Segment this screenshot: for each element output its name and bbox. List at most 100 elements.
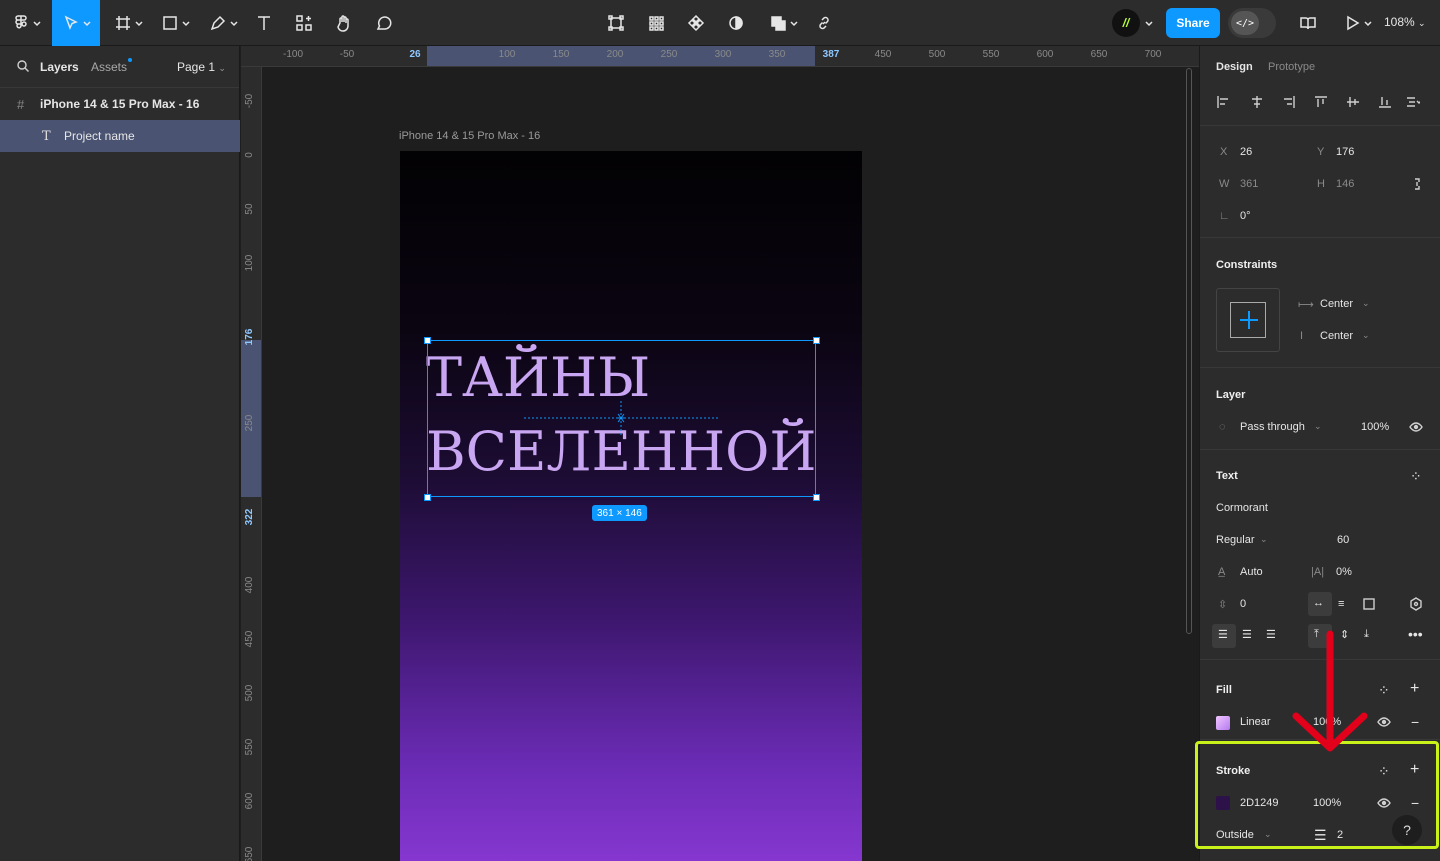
- align-text-right-icon[interactable]: ☰: [1266, 628, 1276, 641]
- align-center-v-icon[interactable]: [1346, 95, 1360, 112]
- more-options-icon[interactable]: •••: [1408, 626, 1423, 642]
- component-button[interactable]: [684, 0, 708, 46]
- text-tool-button[interactable]: [252, 0, 276, 46]
- comment-tool-button[interactable]: [372, 0, 396, 46]
- help-button[interactable]: ?: [1392, 815, 1422, 845]
- letter-spacing-icon: |A|: [1311, 566, 1325, 578]
- shape-tool-button[interactable]: [156, 0, 194, 46]
- line-height-input[interactable]: Auto: [1240, 566, 1263, 578]
- font-style-dropdown[interactable]: Regular: [1216, 534, 1255, 546]
- h-label: H: [1317, 178, 1325, 190]
- letter-spacing-input[interactable]: 0%: [1336, 566, 1352, 578]
- canvas[interactable]: iPhone 14 & 15 Pro Max - 16 ТАЙНЫ ВСЕЛЕН…: [262, 67, 1199, 861]
- pen-icon: [210, 15, 225, 31]
- fill-swatch[interactable]: [1216, 716, 1230, 730]
- page-selector[interactable]: Page 1 ⌄: [177, 60, 226, 74]
- zoom-dropdown[interactable]: 108% ⌄: [1384, 15, 1426, 29]
- y-input[interactable]: 176: [1336, 146, 1354, 158]
- layer-opacity-input[interactable]: 100%: [1361, 421, 1389, 433]
- boolean-button[interactable]: [764, 0, 802, 46]
- library-button[interactable]: [1296, 0, 1320, 46]
- eye-icon[interactable]: [1409, 420, 1423, 437]
- frame-tool-button[interactable]: [110, 0, 146, 46]
- rotation-input[interactable]: 0°: [1240, 210, 1251, 222]
- resize-handle-bottom-left[interactable]: [424, 494, 431, 501]
- grid-layout-button[interactable]: [644, 0, 668, 46]
- tab-layers[interactable]: Layers: [40, 60, 79, 74]
- component-icon: [687, 14, 705, 32]
- auto-width-button[interactable]: ↔: [1308, 592, 1332, 616]
- ruler-top-label: 700: [1144, 49, 1162, 60]
- fill-type[interactable]: Linear: [1240, 716, 1271, 728]
- blend-mode-dropdown[interactable]: Pass through: [1240, 421, 1305, 433]
- layer-title: Layer: [1216, 389, 1246, 401]
- remove-fill-icon[interactable]: −: [1411, 714, 1419, 730]
- align-center-h-icon[interactable]: [1250, 95, 1264, 112]
- resources-button[interactable]: [292, 0, 316, 46]
- design-tabs-section: Design Prototype: [1200, 46, 1440, 126]
- frame-label[interactable]: iPhone 14 & 15 Pro Max - 16: [399, 130, 540, 142]
- ruler-left-label: 600: [244, 792, 255, 810]
- eye-icon[interactable]: [1377, 715, 1391, 732]
- main-menu-button[interactable]: [8, 0, 44, 46]
- avatar[interactable]: //: [1112, 9, 1140, 37]
- fixed-size-icon[interactable]: [1362, 597, 1376, 614]
- x-input[interactable]: 26: [1240, 146, 1252, 158]
- selection-box[interactable]: [427, 340, 816, 497]
- align-text-left-button[interactable]: ☰: [1212, 624, 1236, 648]
- ruler-left-label: 0: [244, 152, 255, 158]
- search-icon[interactable]: [16, 59, 30, 76]
- tab-assets[interactable]: Assets: [91, 60, 127, 74]
- align-right-icon[interactable]: [1282, 95, 1296, 112]
- h-input[interactable]: 146: [1336, 178, 1354, 190]
- text-settings-icon[interactable]: [1409, 597, 1423, 614]
- ruler-top-label: -50: [339, 49, 355, 60]
- align-top-icon[interactable]: [1314, 95, 1328, 112]
- align-left-icon[interactable]: [1216, 95, 1230, 112]
- avatar-text: //: [1122, 16, 1130, 30]
- resize-handle-bottom-right[interactable]: [813, 494, 820, 501]
- font-family-dropdown[interactable]: Cormorant: [1216, 502, 1268, 514]
- link-button[interactable]: [812, 0, 836, 46]
- mask-button[interactable]: [724, 0, 748, 46]
- constraints-widget[interactable]: [1216, 288, 1280, 352]
- layers-panel: Layers Assets Page 1 ⌄ # iPhone 14 & 15 …: [0, 46, 240, 861]
- chevron-down-icon: [229, 21, 238, 27]
- align-bottom-icon[interactable]: [1378, 95, 1392, 112]
- ruler-top-label: 200: [606, 49, 624, 60]
- distribute-icon[interactable]: [1406, 95, 1422, 112]
- present-button[interactable]: [1340, 0, 1374, 46]
- text-styles-icon[interactable]: ⁘: [1410, 468, 1422, 485]
- resize-handle-top-left[interactable]: [424, 337, 431, 344]
- layer-row-frame[interactable]: # iPhone 14 & 15 Pro Max - 16: [0, 88, 240, 120]
- chevron-down-icon: ⌄: [1260, 534, 1268, 544]
- dev-mode-toggle[interactable]: </>: [1228, 8, 1276, 38]
- add-fill-icon[interactable]: +: [1410, 680, 1419, 698]
- align-text-center-icon[interactable]: ☰: [1242, 628, 1252, 641]
- canvas-scrollbar[interactable]: [1186, 68, 1192, 634]
- text-section: Text ⁘ Cormorant Regular ⌄ 60 A̲ Auto |A…: [1200, 450, 1440, 660]
- tab-design[interactable]: Design: [1216, 61, 1253, 73]
- text-layer-icon: T: [42, 128, 51, 144]
- horizontal-constraint-dropdown[interactable]: Center: [1320, 298, 1353, 310]
- fill-styles-icon[interactable]: ⁘: [1378, 682, 1390, 699]
- share-button[interactable]: Share: [1166, 8, 1220, 38]
- tab-prototype[interactable]: Prototype: [1268, 61, 1315, 73]
- toolbar: // Share </> 108% ⌄: [0, 0, 1440, 46]
- move-tool-button[interactable]: [52, 0, 100, 46]
- font-size-input[interactable]: 60: [1337, 534, 1349, 546]
- auto-height-icon[interactable]: ≡: [1338, 598, 1344, 610]
- chevron-down-icon: ⌄: [218, 63, 226, 73]
- layer-name: Project name: [64, 129, 135, 143]
- vertical-constraint-dropdown[interactable]: Center: [1320, 330, 1353, 342]
- pen-tool-button[interactable]: [204, 0, 242, 46]
- w-input[interactable]: 361: [1240, 178, 1258, 190]
- line-height-icon: A̲: [1218, 566, 1226, 578]
- hand-tool-button[interactable]: [332, 0, 356, 46]
- resize-handle-top-right[interactable]: [813, 337, 820, 344]
- paragraph-spacing-input[interactable]: 0: [1240, 598, 1246, 610]
- transform-button[interactable]: [604, 0, 628, 46]
- constrain-proportions-icon[interactable]: [1410, 177, 1424, 194]
- avatar-menu-button[interactable]: [1140, 0, 1154, 46]
- layer-row-text[interactable]: T Project name: [0, 120, 240, 152]
